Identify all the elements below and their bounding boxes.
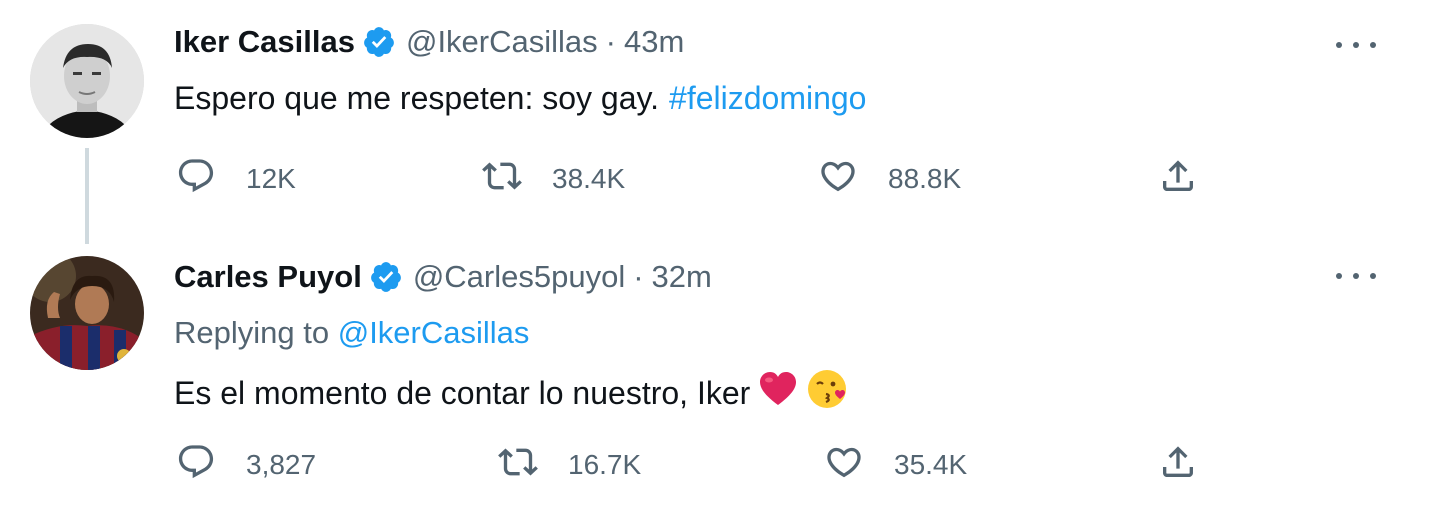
like-icon [824,442,864,487]
tweet-body: Espero que me respeten: soy gay. [174,80,660,116]
author-name[interactable]: Iker Casillas [174,24,355,60]
reply-count: 12K [246,162,296,194]
more-icon[interactable] [1336,266,1376,286]
reply-button[interactable]: 12K [176,156,296,201]
red-heart-emoji [758,371,798,415]
replying-to: Replying to @IkerCasillas [174,315,529,351]
replying-to-label: Replying to [174,315,330,350]
tweet-text: Es el momento de contar lo nuestro, Iker [174,367,850,419]
separator-dot: · [633,259,644,294]
share-icon [1158,156,1198,201]
tweet[interactable]: Carles Puyol @Carles5puyol · 32m Replyin… [0,240,1440,510]
tweet[interactable]: Iker Casillas @IkerCasillas · 43m Espero… [0,0,1440,244]
reply-count: 3,827 [246,448,317,480]
tweet-body: Es el momento de contar lo nuestro, Iker [174,374,751,411]
reply-icon [176,156,216,201]
tweet-header: Carles Puyol @Carles5puyol · 32m [174,259,712,295]
like-button[interactable]: 35.4K [824,442,967,487]
author-handle[interactable]: @IkerCasillas [406,24,598,60]
like-count: 35.4K [894,448,968,480]
reply-button[interactable]: 3,827 [176,442,316,487]
tweet-actions: 3,827 16.7K 35.4K [176,442,1216,486]
retweet-count: 38.4K [552,162,626,194]
verified-badge-icon [362,25,396,59]
more-icon[interactable] [1336,35,1376,55]
like-icon [818,156,858,201]
retweet-button[interactable]: 16.7K [498,442,641,487]
share-button[interactable] [1158,442,1198,487]
tweet-header: Iker Casillas @IkerCasillas · 43m [174,24,684,60]
tweet-text: Espero que me respeten: soy gay. #felizd… [174,80,866,117]
tweet-actions: 12K 38.4K 88.8K [176,156,1216,200]
timestamp[interactable]: 43m [624,24,684,60]
avatar[interactable] [30,256,144,370]
separator-dot: · [605,24,616,59]
author-handle[interactable]: @Carles5puyol [413,259,625,295]
retweet-icon [498,442,538,487]
retweet-icon [482,156,522,201]
thread-line [85,148,89,244]
reply-icon [176,442,216,487]
like-button[interactable]: 88.8K [818,156,961,201]
like-count: 88.8K [888,162,962,194]
verified-badge-icon [369,260,403,294]
retweet-count: 16.7K [568,448,642,480]
kissing-face-with-heart-emoji [806,367,850,419]
retweet-button[interactable]: 38.4K [482,156,625,201]
share-button[interactable] [1158,156,1198,201]
timestamp[interactable]: 32m [652,259,712,295]
hashtag-link[interactable]: #felizdomingo [669,80,866,117]
author-name[interactable]: Carles Puyol [174,259,362,295]
share-icon [1158,442,1198,487]
avatar[interactable] [30,24,144,138]
replying-to-handle[interactable]: @IkerCasillas [338,315,530,350]
